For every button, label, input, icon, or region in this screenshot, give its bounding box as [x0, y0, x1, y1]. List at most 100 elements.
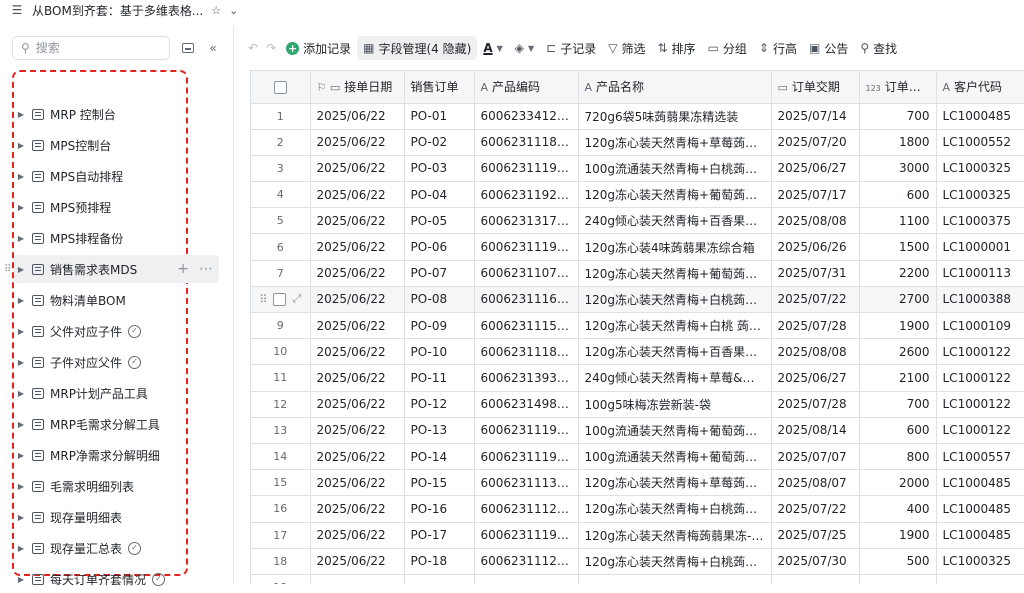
table-cell[interactable]: 600623110799	[474, 260, 579, 287]
table-row[interactable]: 9 2025/06/22 PO-09 600623111581 120g冻心装天然青梅+…	[251, 312, 1024, 340]
table-cell[interactable]: 120g冻心装天然青梅+白桃蒟蒻...	[578, 548, 772, 575]
table-cell[interactable]: 2025/06/22	[310, 469, 405, 497]
table-cell[interactable]: 2025/06/22	[310, 233, 405, 261]
table-cell[interactable]: 2700	[859, 286, 937, 314]
table-cell[interactable]: 600623111292	[474, 495, 579, 523]
table-cell[interactable]: 2025/06/22	[310, 312, 405, 340]
table-cell[interactable]: 600623111952	[474, 443, 579, 471]
table-row[interactable]: 6 2025/06/22 PO-06 600623111907 120g冻心装4味蒟蒻果…	[251, 233, 1024, 261]
table-cell[interactable]: 2025/08/14	[771, 417, 860, 444]
table-cell[interactable]: 2025/07/22	[771, 495, 860, 523]
row-number-cell[interactable]: 4	[251, 181, 311, 209]
table-cell[interactable]: 2025/06/22	[310, 103, 405, 130]
row-number-cell[interactable]: 18	[251, 548, 311, 575]
table-row[interactable]: 19	[251, 574, 1024, 584]
table-cell[interactable]: 120g冻心装天然青梅蒟蒻果冻-K...	[578, 522, 772, 549]
row-number-cell[interactable]: 9	[251, 312, 311, 340]
row-checkbox[interactable]	[273, 292, 287, 306]
table-cell[interactable]: 600623111581	[474, 312, 579, 340]
table-cell[interactable]: PO-09	[404, 312, 475, 340]
table-cell[interactable]: 2025/06/22	[310, 522, 405, 549]
table-cell[interactable]	[578, 574, 772, 584]
table-cell[interactable]: PO-07	[404, 260, 475, 287]
table-cell[interactable]: 120g冻心装4味蒟蒻果冻综合箱	[578, 233, 772, 261]
table-row[interactable]: 1 2025/06/22 PO-01 600623341299 720g6袋5味蒟蒻果冻…	[251, 103, 1024, 130]
expand-caret-icon[interactable]: ▶	[14, 482, 28, 491]
row-number-cell[interactable]: 13	[251, 417, 311, 444]
table-cell[interactable]: 120g冻心装天然青梅+草莓蒟蒻...	[578, 469, 772, 497]
table-cell[interactable]: PO-08	[404, 286, 475, 314]
row-number-cell[interactable]: 19	[251, 574, 311, 584]
table-cell[interactable]: 2025/06/22	[310, 338, 405, 366]
table-cell[interactable]: PO-15	[404, 469, 475, 497]
table-cell[interactable]: PO-17	[404, 522, 475, 549]
table-cell[interactable]: PO-03	[404, 155, 475, 183]
sidebar-item[interactable]: ▶ 每天订单齐套情况 ✓	[14, 565, 174, 593]
table-cell[interactable]: 2025/08/07	[771, 469, 860, 497]
table-cell[interactable]: LC1000388	[936, 286, 1024, 314]
table-cell[interactable]: 2025/07/14	[771, 103, 860, 130]
table-cell[interactable]: 2200	[859, 260, 937, 287]
table-cell[interactable]: PO-04	[404, 181, 475, 209]
table-cell[interactable]: 1500	[859, 233, 937, 261]
table-cell[interactable]: 2025/06/27	[771, 364, 860, 392]
expand-caret-icon[interactable]: ▶	[14, 451, 28, 460]
fill-color-button[interactable]: ◈ ▼	[509, 36, 540, 60]
sidebar-item[interactable]: ▶ 父件对应子件 ✓	[14, 317, 174, 345]
table-cell[interactable]: 120g冻心装天然青梅+白桃蒟蒻...	[578, 286, 772, 314]
table-cell[interactable]: 100g流通装天然青梅+白桃蒟蒻...	[578, 155, 772, 183]
table-row[interactable]: 14 2025/06/22 PO-14 600623111952 100g流通装天然青梅…	[251, 443, 1024, 471]
table-cell[interactable]: 1900	[859, 312, 937, 340]
table-cell[interactable]: LC1000485	[936, 103, 1024, 130]
column-header-sales-order[interactable]: 销售订单	[404, 71, 475, 104]
sidebar-item[interactable]: ▶ MPS自动排程	[14, 162, 174, 190]
sidebar-item[interactable]: ▶ MPS排程备份	[14, 224, 174, 252]
sidebar-item[interactable]: ▶ MPS控制台	[14, 131, 174, 159]
table-row[interactable]: 16 2025/06/22 PO-16 600623111292 120g冻心装天然青梅…	[251, 495, 1024, 523]
table-cell[interactable]: 2025/06/22	[310, 495, 405, 523]
table-cell[interactable]: 240g倾心装天然青梅+百香果&天...	[578, 207, 772, 235]
sidebar-item[interactable]: ▶ 子件对应父件 ✓	[14, 348, 174, 376]
row-number-cell[interactable]: 5	[251, 207, 311, 235]
table-cell[interactable]: 600623111292	[474, 548, 579, 575]
table-cell[interactable]: 2100	[859, 364, 937, 392]
sidebar-item[interactable]: ▶ 现存量汇总表 ✓	[14, 534, 174, 562]
text-color-button[interactable]: A ▼	[477, 36, 508, 60]
star-icon[interactable]: ☆	[211, 4, 221, 17]
table-row[interactable]: 17 2025/06/22 PO-17 600623111996 120g冻心装天然青梅…	[251, 522, 1024, 549]
column-header-customer-code[interactable]: A 客户代码	[936, 71, 1024, 104]
row-number-cell[interactable]: 6	[251, 233, 311, 261]
find-button[interactable]: ⚲ 查找	[854, 36, 903, 60]
sort-button[interactable]: ⇅ 排序	[651, 36, 701, 60]
sidebar-item[interactable]: ▶ MRP 控制台	[14, 100, 174, 128]
column-header-quantity[interactable]: 123 订单数量	[859, 71, 937, 104]
table-cell[interactable]: 2025/06/22	[310, 443, 405, 471]
table-cell[interactable]: 2025/08/08	[771, 338, 860, 366]
column-header-product-name[interactable]: A 产品名称	[578, 71, 772, 104]
sub-record-button[interactable]: ⊏ 子记录	[540, 36, 602, 60]
table-cell[interactable]: 2025/07/31	[771, 260, 860, 287]
table-cell[interactable]: 400	[859, 495, 937, 523]
table-cell[interactable]: PO-12	[404, 391, 475, 418]
table-cell[interactable]: 600623111996	[474, 522, 579, 549]
collapse-sidebar-button[interactable]: «	[205, 40, 221, 56]
table-cell[interactable]: LC1000122	[936, 338, 1024, 366]
sidebar-divider[interactable]	[233, 26, 234, 584]
table-cell[interactable]: PO-10	[404, 338, 475, 366]
row-number-cell[interactable]: 7	[251, 260, 311, 287]
table-cell[interactable]: LC1000325	[936, 155, 1024, 183]
table-cell[interactable]: LC1000325	[936, 548, 1024, 575]
group-button[interactable]: ▭ 分组	[702, 36, 753, 60]
row-number-cell[interactable]: 2	[251, 129, 311, 156]
table-cell[interactable]: 600623111949	[474, 417, 579, 444]
table-row[interactable]: 11 2025/06/22 PO-11 600623139316 240g倾心装天然青梅…	[251, 364, 1024, 392]
row-number-cell[interactable]: 16	[251, 495, 311, 523]
table-cell[interactable]: 2025/06/22	[310, 391, 405, 418]
drag-handle-icon[interactable]: ⠿	[259, 293, 267, 306]
table-cell[interactable]: PO-18	[404, 548, 475, 575]
table-cell[interactable]: 2025/06/22	[310, 260, 405, 287]
expand-caret-icon[interactable]: ▶	[14, 575, 28, 584]
table-cell[interactable]: 600623149880	[474, 391, 579, 418]
expand-caret-icon[interactable]: ▶	[14, 358, 28, 367]
document-title[interactable]: 从BOM到齐套：基于多维表格...	[32, 2, 203, 19]
